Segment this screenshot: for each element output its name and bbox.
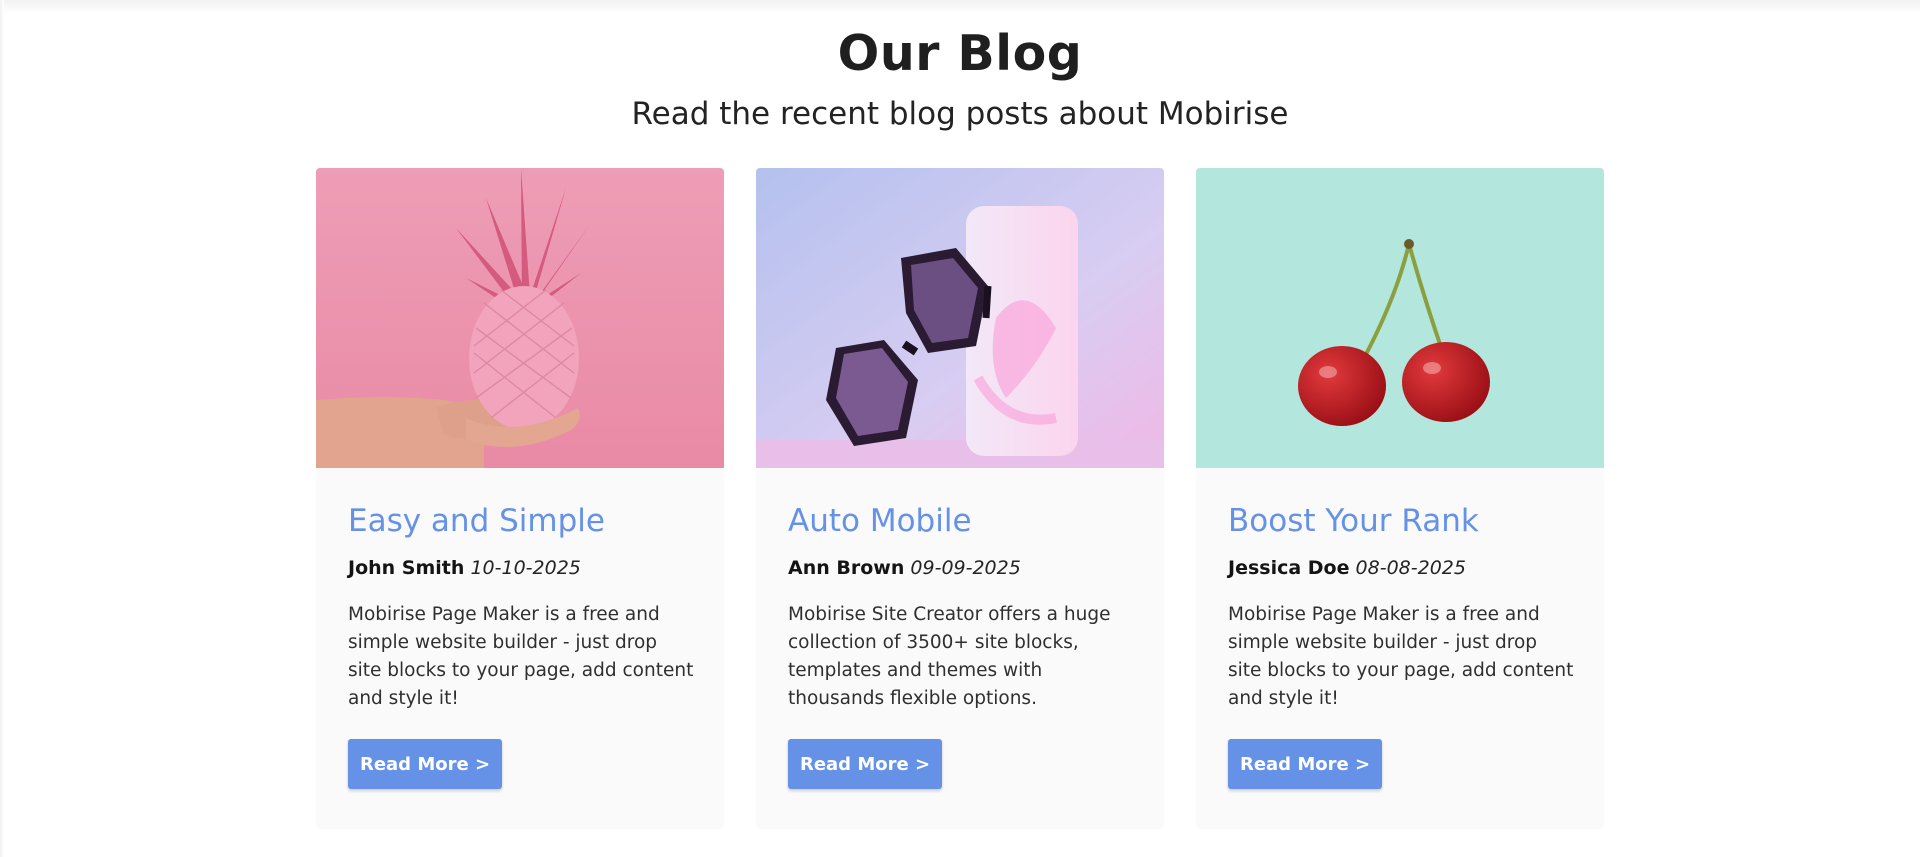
- blog-header: Our Blog Read the recent blog posts abou…: [0, 24, 1920, 134]
- post-meta: John Smith 10-10-2025: [348, 555, 696, 581]
- blog-card: Easy and Simple John Smith 10-10-2025 Mo…: [316, 168, 724, 829]
- post-meta: Ann Brown 09-09-2025: [788, 555, 1136, 581]
- post-excerpt: Mobirise Site Creator offers a huge coll…: [788, 604, 1111, 709]
- pineapple-image: [316, 168, 724, 468]
- post-date: 09-09-2025: [910, 557, 1021, 579]
- sunglasses-photo-illustration: [756, 168, 1164, 468]
- post-date: 08-08-2025: [1355, 557, 1466, 579]
- read-more-button[interactable]: Read More >: [348, 739, 502, 789]
- blog-section: Our Blog Read the recent blog posts abou…: [0, 0, 1920, 857]
- card-body: Auto Mobile Ann Brown 09-09-2025 Mobiris…: [788, 468, 1136, 713]
- top-shadow: [0, 0, 1920, 14]
- blog-card: Auto Mobile Ann Brown 09-09-2025 Mobiris…: [756, 168, 1164, 829]
- post-excerpt: Mobirise Page Maker is a free and simple…: [1228, 604, 1574, 709]
- blog-card: Boost Your Rank Jessica Doe 08-08-2025 M…: [1196, 168, 1604, 829]
- post-meta: Jessica Doe 08-08-2025: [1228, 555, 1576, 581]
- read-more-button[interactable]: Read More >: [1228, 739, 1382, 789]
- post-title[interactable]: Easy and Simple: [348, 501, 696, 541]
- post-date: 10-10-2025: [470, 557, 581, 579]
- page-subtitle: Read the recent blog posts about Mobiris…: [631, 96, 1289, 132]
- read-more-button[interactable]: Read More >: [788, 739, 942, 789]
- post-author: Ann Brown: [788, 557, 905, 579]
- post-author: John Smith: [348, 557, 465, 579]
- blog-cards: Easy and Simple John Smith 10-10-2025 Mo…: [316, 168, 1604, 829]
- post-author: Jessica Doe: [1228, 557, 1350, 579]
- post-title[interactable]: Boost Your Rank: [1228, 501, 1576, 541]
- pineapple-photo-illustration: [316, 168, 724, 468]
- cherries-image: [1196, 168, 1604, 468]
- card-body: Boost Your Rank Jessica Doe 08-08-2025 M…: [1228, 468, 1576, 713]
- sunglasses-image: [756, 168, 1164, 468]
- page-title: Our Blog: [837, 25, 1083, 82]
- post-title[interactable]: Auto Mobile: [788, 501, 1136, 541]
- card-body: Easy and Simple John Smith 10-10-2025 Mo…: [348, 468, 696, 713]
- cherries-photo-illustration: [1196, 168, 1604, 468]
- post-excerpt: Mobirise Page Maker is a free and simple…: [348, 604, 694, 709]
